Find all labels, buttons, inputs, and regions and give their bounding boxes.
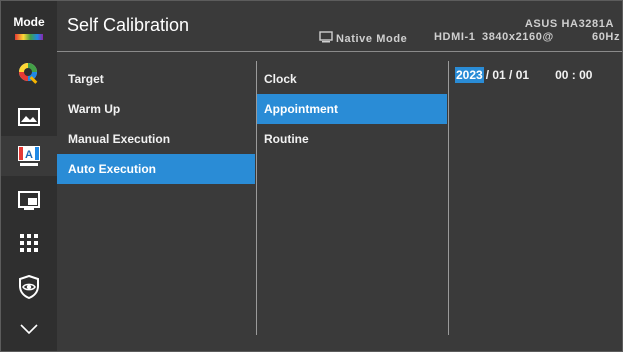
menu-item-auto-execution[interactable]: Auto Execution: [57, 154, 255, 184]
self-calibration-icon: A: [17, 145, 41, 167]
year-field[interactable]: 2023: [455, 67, 484, 83]
input-source: HDMI-1: [434, 31, 476, 43]
osd-window: Mode A Self Calibration Native Mode HDMI…: [0, 0, 623, 352]
svg-text:A: A: [25, 149, 33, 161]
mode-button[interactable]: Mode: [7, 11, 51, 51]
resolution-status: 3840x2160@: [482, 31, 554, 43]
pip-icon: [18, 191, 40, 211]
menu-pip[interactable]: [1, 181, 57, 221]
menu-shortcut[interactable]: [1, 223, 57, 263]
shortcut-icon: [19, 233, 39, 253]
mode-label: Mode: [13, 15, 45, 29]
menu-more[interactable]: [1, 309, 57, 349]
appointment-datetime: 2023 / 01 / 01 00 : 00: [449, 64, 624, 86]
eye-care-icon: [18, 275, 40, 299]
time-field[interactable]: 00 : 00: [555, 68, 592, 82]
menu-item-manual-execution[interactable]: Manual Execution: [57, 124, 255, 154]
chevron-down-icon: [20, 323, 38, 335]
color-icon: [17, 61, 41, 85]
menu-eye-care[interactable]: [1, 267, 57, 307]
menu-image[interactable]: [1, 97, 57, 137]
display-mode-status: Native Mode: [319, 31, 407, 45]
menu-level1: Target Warm Up Manual Execution Auto Exe…: [57, 52, 255, 351]
main-menu-rail: Mode A: [1, 1, 57, 351]
appointment-settings: 2023 / 01 / 01 00 : 00: [449, 52, 624, 351]
menu-item-warm-up[interactable]: Warm Up: [57, 94, 255, 124]
menu-level2: Clock Appointment Routine: [257, 52, 447, 351]
image-icon: [18, 108, 40, 126]
page-title: Self Calibration: [67, 15, 190, 35]
menu-self-calibration[interactable]: A: [1, 136, 57, 176]
refresh-rate-status: 60Hz: [592, 31, 621, 43]
month-day-field[interactable]: / 01 / 01: [486, 68, 529, 82]
mode-color-bar: [15, 34, 43, 40]
menu-item-appointment[interactable]: Appointment: [257, 94, 447, 124]
monitor-icon: [319, 31, 333, 43]
menu-color[interactable]: [1, 53, 57, 93]
menu-item-routine[interactable]: Routine: [257, 124, 447, 154]
model-name: ASUS HA3281A: [524, 18, 614, 30]
menu-item-target[interactable]: Target: [57, 64, 255, 94]
display-mode-label: Native Mode: [336, 33, 408, 45]
menu-item-clock[interactable]: Clock: [257, 64, 447, 94]
